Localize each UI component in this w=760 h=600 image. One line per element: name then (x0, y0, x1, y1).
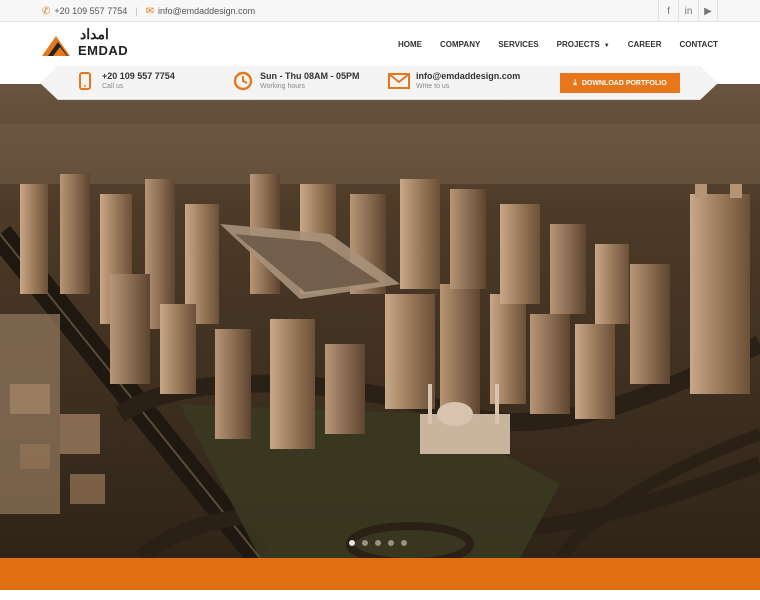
phone-icon: ✆ (42, 5, 51, 17)
slider-dots (349, 540, 414, 546)
slider-dot[interactable] (349, 540, 355, 546)
info-band: +20 109 557 7754 Call us Sun - Thu 08AM … (40, 66, 718, 100)
city-image (0, 84, 760, 558)
download-portfolio-button[interactable]: ⤓ DOWNLOAD PORTFOLIO (560, 73, 680, 93)
orange-banner (0, 558, 760, 590)
info-phone-caption: Call us (102, 82, 124, 90)
nav-projects-label: PROJECTS (556, 39, 600, 49)
logo[interactable]: امداد EMDAD (40, 26, 135, 59)
mobile-phone-icon (74, 70, 96, 92)
nav-projects[interactable]: PROJECTS ▼ (557, 40, 610, 49)
nav-home[interactable]: HOME (398, 40, 422, 49)
slider-dot[interactable] (401, 540, 407, 546)
info-email-caption: Write to us (416, 82, 450, 90)
youtube-icon[interactable]: ▶ (698, 0, 718, 22)
main-nav: HOME COMPANY SERVICES PROJECTS ▼ CAREER C… (380, 22, 718, 66)
logo-arabic: امداد (80, 26, 109, 42)
download-icon: ⤓ (573, 78, 577, 87)
slider-dot[interactable] (362, 540, 368, 546)
facebook-icon[interactable]: f (658, 0, 678, 22)
logo-latin: EMDAD (78, 43, 129, 58)
info-phone: +20 109 557 7754 Call us (74, 70, 175, 92)
top-phone[interactable]: +20 109 557 7754 (54, 6, 127, 16)
download-portfolio-label: DOWNLOAD PORTFOLIO (581, 79, 667, 87)
top-bar: ✆ +20 109 557 7754 | ✉ info@emdaddesign.… (0, 0, 760, 22)
page-bottom (0, 590, 760, 600)
info-email: info@emdaddesign.com Write to us (388, 70, 520, 92)
nav-contact[interactable]: CONTACT (679, 40, 718, 49)
top-email[interactable]: info@emdaddesign.com (158, 6, 255, 16)
nav-services[interactable]: SERVICES (498, 40, 538, 49)
info-hours-caption: Working hours (260, 82, 306, 90)
top-contact: ✆ +20 109 557 7754 | ✉ info@emdaddesign.… (42, 0, 255, 22)
slider-dot[interactable] (375, 540, 381, 546)
info-phone-number[interactable]: +20 109 557 7754 (102, 71, 175, 82)
clock-icon (232, 70, 254, 92)
info-hours-value: Sun - Thu 08AM - 05PM (260, 70, 360, 81)
linkedin-icon[interactable]: in (678, 0, 698, 22)
slider-dot[interactable] (388, 540, 394, 546)
main-header: امداد EMDAD HOME COMPANY SERVICES PROJEC… (0, 22, 760, 66)
envelope-icon (388, 70, 410, 92)
social-links: f in ▶ (658, 0, 718, 22)
chevron-down-icon: ▼ (603, 42, 610, 49)
divider: | (135, 6, 138, 16)
logo-mark-icon (42, 36, 70, 56)
envelope-icon: ✉ (145, 5, 154, 17)
hero-slider[interactable] (0, 84, 760, 558)
info-email-address[interactable]: info@emdaddesign.com (416, 71, 520, 82)
info-hours: Sun - Thu 08AM - 05PM Working hours (232, 70, 360, 92)
nav-company[interactable]: COMPANY (440, 40, 480, 49)
nav-career[interactable]: CAREER (628, 40, 662, 49)
